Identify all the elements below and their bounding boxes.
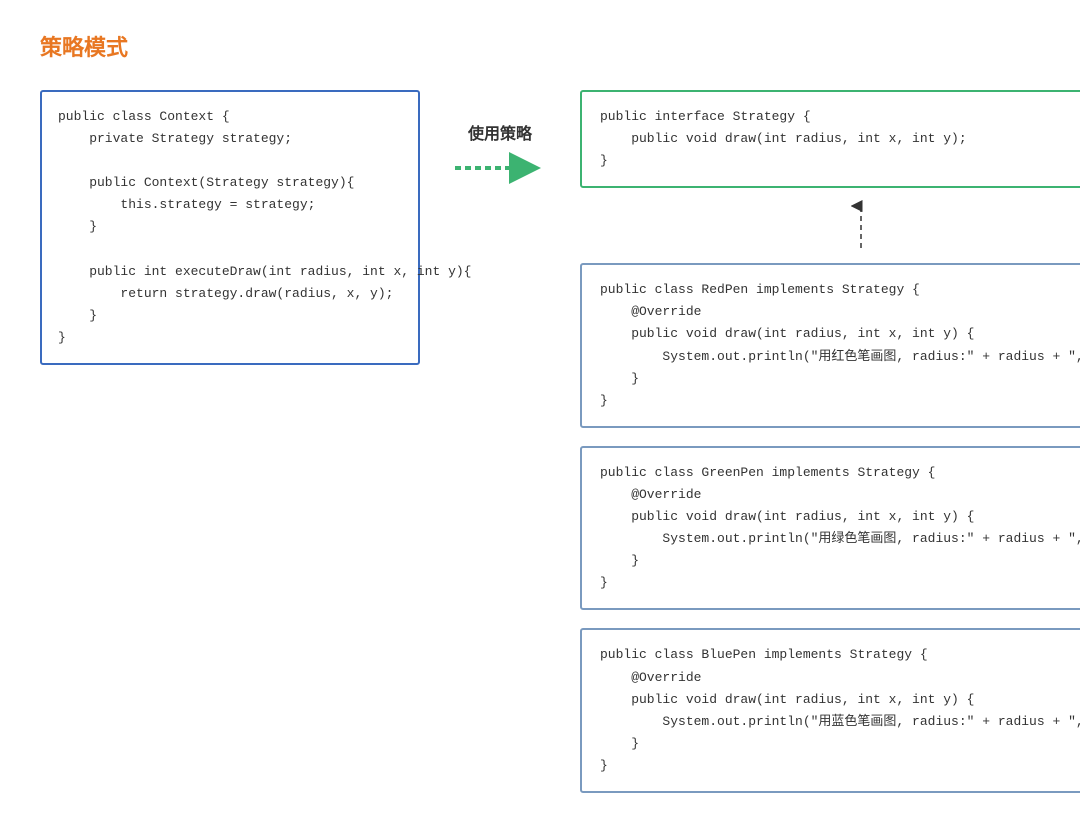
right-arrow-icon <box>455 152 545 184</box>
redpen-panel: public class RedPen implements Strategy … <box>580 263 1080 428</box>
bluepen-code: public class BluePen implements Strategy… <box>600 644 1080 777</box>
dashed-arrow-container <box>580 198 1080 253</box>
greenpen-code: public class GreenPen implements Strateg… <box>600 462 1080 595</box>
context-code: public class Context { private Strategy … <box>58 106 402 349</box>
redpen-code: public class RedPen implements Strategy … <box>600 279 1080 412</box>
interface-code: public interface Strategy { public void … <box>600 106 1080 172</box>
middle-section: 使用策略 <box>420 90 580 184</box>
use-strategy-label: 使用策略 <box>468 120 532 144</box>
dashed-up-arrow-icon <box>851 198 871 253</box>
bluepen-panel: public class BluePen implements Strategy… <box>580 628 1080 793</box>
page-title: 策略模式 <box>40 30 1040 62</box>
greenpen-panel: public class GreenPen implements Strateg… <box>580 446 1080 611</box>
diagram-area: public class Context { private Strategy … <box>40 90 1040 793</box>
right-section: public interface Strategy { public void … <box>580 90 1080 793</box>
interface-panel: public interface Strategy { public void … <box>580 90 1080 188</box>
context-panel: public class Context { private Strategy … <box>40 90 420 365</box>
interface-section: public interface Strategy { public void … <box>580 90 1080 188</box>
